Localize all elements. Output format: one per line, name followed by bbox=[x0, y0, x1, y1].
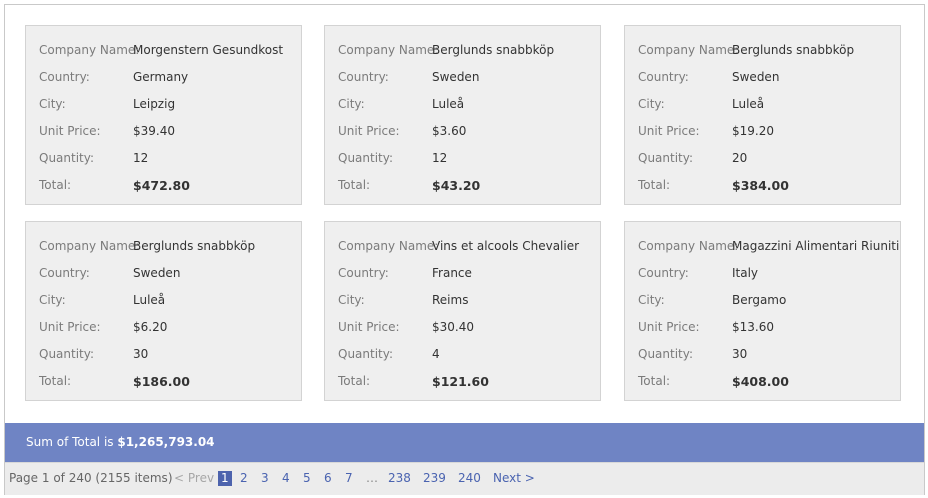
total-value: $472.80 bbox=[133, 178, 190, 193]
country-label: Country: bbox=[638, 70, 689, 84]
city-value: Bergamo bbox=[732, 293, 787, 307]
company-label: Company Name: bbox=[638, 43, 739, 57]
pager-summary: Page 1 of 240 (2155 items) bbox=[9, 471, 173, 485]
total-label: Total: bbox=[638, 374, 671, 388]
quantity-value: 20 bbox=[732, 151, 748, 165]
company-value: Berglunds snabbköp bbox=[432, 43, 555, 57]
unit-price-value: $6.20 bbox=[133, 320, 168, 334]
company-value: Berglunds snabbköp bbox=[732, 43, 855, 57]
city-value: Reims bbox=[432, 293, 469, 307]
page-button[interactable]: 5 bbox=[303, 463, 311, 493]
quantity-label: Quantity: bbox=[39, 347, 95, 361]
quantity-value: 30 bbox=[133, 347, 149, 361]
company-label: Company Name: bbox=[338, 239, 439, 253]
company-value: Magazzini Alimentari Riuniti bbox=[732, 239, 900, 253]
country-label: Country: bbox=[338, 266, 389, 280]
company-label: Company Name: bbox=[638, 239, 739, 253]
company-value: Berglunds snabbköp bbox=[133, 239, 256, 253]
page-button[interactable]: 239 bbox=[423, 463, 446, 493]
total-label: Total: bbox=[39, 374, 72, 388]
city-value: Luleå bbox=[732, 97, 765, 111]
summary-bar: Sum of Total is $1,265,793.04 bbox=[5, 423, 924, 462]
company-label: Company Name: bbox=[338, 43, 439, 57]
unit-price-label: Unit Price: bbox=[638, 124, 700, 138]
company-label: Company Name: bbox=[39, 239, 140, 253]
city-label: City: bbox=[338, 293, 365, 307]
order-card[interactable]: Company Name: Berglunds snabbköp Country:… bbox=[25, 221, 302, 401]
unit-price-label: Unit Price: bbox=[338, 124, 400, 138]
order-card[interactable]: Company Name: Berglunds snabbköp Country:… bbox=[624, 25, 901, 205]
country-value: Sweden bbox=[133, 266, 181, 280]
unit-price-label: Unit Price: bbox=[338, 320, 400, 334]
quantity-value: 30 bbox=[732, 347, 748, 361]
total-value: $408.00 bbox=[732, 374, 789, 389]
summary-prefix: Sum of Total is bbox=[26, 435, 118, 449]
quantity-value: 4 bbox=[432, 347, 440, 361]
total-value: $384.00 bbox=[732, 178, 789, 193]
country-label: Country: bbox=[39, 70, 90, 84]
total-label: Total: bbox=[338, 374, 371, 388]
summary-text: Sum of Total is $1,265,793.04 bbox=[26, 423, 215, 462]
quantity-value: 12 bbox=[432, 151, 448, 165]
company-value: Vins et alcools Chevalier bbox=[432, 239, 580, 253]
unit-price-label: Unit Price: bbox=[638, 320, 700, 334]
total-label: Total: bbox=[338, 178, 371, 192]
country-value: Sweden bbox=[732, 70, 780, 84]
card-grid: Company Name: Morgenstern Gesundkost Coun… bbox=[5, 5, 924, 423]
page-button[interactable]: 2 bbox=[240, 463, 248, 493]
unit-price-value: $13.60 bbox=[732, 320, 774, 334]
unit-price-value: $3.60 bbox=[432, 124, 467, 138]
card-view-container: Company Name: Morgenstern Gesundkost Coun… bbox=[4, 4, 925, 495]
order-card[interactable]: Company Name: Magazzini Alimentari Riunit… bbox=[624, 221, 901, 401]
city-value: Luleå bbox=[432, 97, 465, 111]
total-value: $43.20 bbox=[432, 178, 481, 193]
summary-total-amount: $1,265,793.04 bbox=[117, 435, 215, 449]
page-button[interactable]: 4 bbox=[282, 463, 290, 493]
order-card[interactable]: Company Name: Berglunds snabbköp Country:… bbox=[324, 25, 601, 205]
unit-price-value: $19.20 bbox=[732, 124, 774, 138]
page-button[interactable]: 3 bbox=[261, 463, 269, 493]
order-card[interactable]: Company Name: Vins et alcools Chevalier C… bbox=[324, 221, 601, 401]
order-card[interactable]: Company Name: Morgenstern Gesundkost Coun… bbox=[25, 25, 302, 205]
country-value: Italy bbox=[732, 266, 759, 280]
page-button[interactable]: 238 bbox=[388, 463, 411, 493]
total-value: $121.60 bbox=[432, 374, 489, 389]
city-label: City: bbox=[338, 97, 365, 111]
next-page-button[interactable]: Next > bbox=[493, 463, 535, 493]
total-label: Total: bbox=[39, 178, 72, 192]
unit-price-label: Unit Price: bbox=[39, 320, 101, 334]
quantity-label: Quantity: bbox=[638, 151, 694, 165]
quantity-label: Quantity: bbox=[338, 347, 394, 361]
city-label: City: bbox=[638, 293, 665, 307]
city-label: City: bbox=[638, 97, 665, 111]
page-button[interactable]: 240 bbox=[458, 463, 481, 493]
company-value: Morgenstern Gesundkost bbox=[133, 43, 284, 57]
city-label: City: bbox=[39, 293, 66, 307]
pager-ellipsis: … bbox=[366, 471, 378, 485]
city-value: Leipzig bbox=[133, 97, 176, 111]
page-button-current: 1 bbox=[218, 471, 232, 486]
country-label: Country: bbox=[638, 266, 689, 280]
city-label: City: bbox=[39, 97, 66, 111]
unit-price-value: $39.40 bbox=[133, 124, 175, 138]
quantity-value: 12 bbox=[133, 151, 149, 165]
total-label: Total: bbox=[638, 178, 671, 192]
country-label: Country: bbox=[39, 266, 90, 280]
pager: Page 1 of 240 (2155 items) < Prev 1 2 3 … bbox=[5, 462, 924, 495]
unit-price-label: Unit Price: bbox=[39, 124, 101, 138]
country-label: Country: bbox=[338, 70, 389, 84]
quantity-label: Quantity: bbox=[338, 151, 394, 165]
prev-page-button: < Prev bbox=[174, 471, 215, 485]
company-label: Company Name: bbox=[39, 43, 140, 57]
quantity-label: Quantity: bbox=[39, 151, 95, 165]
unit-price-value: $30.40 bbox=[432, 320, 474, 334]
page-button[interactable]: 7 bbox=[345, 463, 353, 493]
city-value: Luleå bbox=[133, 293, 166, 307]
country-value: Sweden bbox=[432, 70, 480, 84]
country-value: France bbox=[432, 266, 472, 280]
page-button[interactable]: 6 bbox=[324, 463, 332, 493]
total-value: $186.00 bbox=[133, 374, 190, 389]
country-value: Germany bbox=[133, 70, 189, 84]
quantity-label: Quantity: bbox=[638, 347, 694, 361]
